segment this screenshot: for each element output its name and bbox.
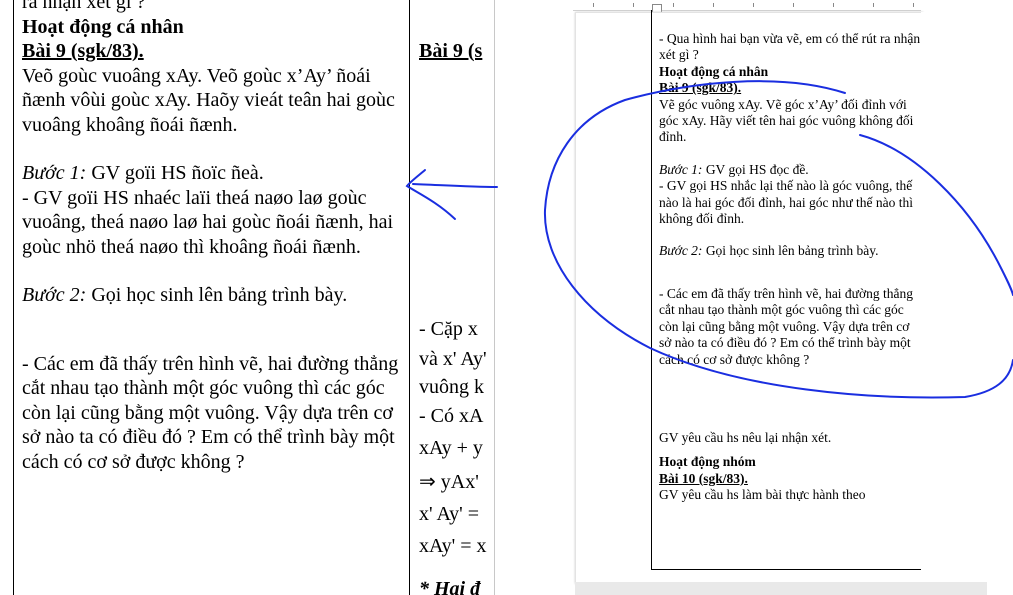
word-question: - Các em đã thấy trên hình vẽ, hai đường… [659,285,914,367]
big-doc-step1-detail: - GV goïi HS nhaéc laïi theá naøo laø go… [22,186,394,258]
ruler-tick [833,3,834,7]
big-doc-question: - Các em đã thấy trên hình vẽ, hai đường… [22,352,399,473]
big-doc-mid-row: và x' Ay' [419,348,487,370]
big-doc-mid-title: Bài 9 (s [419,40,483,62]
word-intro: - Qua hình hai bạn vừa vẽ, em có thể rút… [659,31,921,63]
word-step2-label: Bước 2: [659,243,703,259]
word-step2: Bước 2: Gọi học sinh lên bảng trình bày. [659,243,921,259]
ruler-tick [913,3,914,7]
big-doc-task: Veõ goùc vuoâng xAy. Veõ goùc x’Ay’ ñoái… [22,64,395,136]
big-doc-mid-row: vuông k [419,376,484,398]
big-doc-step1: Bước 1: GV goïi HS ñoïc ñeà. [22,161,407,186]
big-doc-mid-row: * Hai đ [419,578,481,595]
big-doc-step2: Bước 2: Gọi học sinh lên bảng trình bày. [22,283,407,308]
ruler-tick [633,3,634,7]
word-step1-text: GV gọi HS đọc đề. [702,161,809,177]
page-table-border-bottom [651,569,921,570]
big-doc-mid-row: xAy + y [419,437,483,459]
word-step1-detail: - GV gọi HS nhắc lại thế nào là góc vuôn… [659,178,914,227]
big-doc-top-partial: ra nhận xét gì ? [22,0,146,13]
word-document-window[interactable]: - Qua hình hai bạn vừa vẽ, em có thể rút… [494,0,1013,595]
ruler-tick [713,3,714,7]
word-exercise10-text: GV yêu cầu hs làm bài thực hành theo [659,487,866,503]
big-doc-heading: Hoạt động cá nhân [22,15,184,38]
table-border-left [13,0,14,595]
page-table-border [651,10,652,570]
big-doc-left-column: ra nhận xét gì ? Hoạt động cá nhân Bài 9… [22,0,407,474]
word-recall: GV yêu cầu hs nêu lại nhận xét. [659,429,832,445]
big-doc-middle-column: Bài 9 (s - Cặp x và x' Ay' vuông k - Có … [419,0,499,595]
ruler-tick [593,3,594,7]
big-doc-step2-text: Gọi học sinh lên bảng trình bày. [86,284,348,306]
word-step1-label: Bước 1: [659,161,703,177]
word-exercise10: Bài 10 (sgk/83). [659,470,748,486]
big-doc-mid-row: - Có xA [419,405,484,427]
big-doc-mid-row: x' Ay' = [419,503,479,525]
big-doc-mid-row: - Cặp x [419,318,478,340]
word-page-text[interactable]: - Qua hình hai bạn vừa vẽ, em có thể rút… [659,31,921,504]
ruler-tick [793,3,794,7]
table-border-middle [409,0,410,595]
word-step1: Bước 1: GV gọi HS đọc đề. [659,162,921,178]
horizontal-ruler[interactable] [573,0,921,11]
ruler-tick [753,3,754,7]
horizontal-scrollbar[interactable] [575,582,987,595]
big-doc-step1-label: Bước 1: [22,162,87,184]
word-heading: Hoạt động cá nhân [659,63,769,79]
word-step2-text: Gọi học sinh lên bảng trình bày. [702,243,879,259]
ruler-tick [673,3,674,7]
big-doc-step1-text: GV goïi HS ñoïc ñeà. [86,162,264,184]
big-doc-mid-row: ⇒ yAx' [419,471,479,493]
word-task: Vẽ góc vuông xAy. Vẽ góc x’Ay’ đối đỉnh … [659,96,914,145]
big-doc-step2-label: Bước 2: [22,284,87,306]
big-doc-mid-row: xAy' = x [419,535,487,557]
big-doc-exercise: Bài 9 (sgk/83). [22,40,144,62]
ruler-tick [873,3,874,7]
page-margin-area [921,12,1013,582]
word-exercise: Bài 9 (sgk/83). [659,80,742,96]
word-group-heading: Hoạt động nhóm [659,454,756,470]
